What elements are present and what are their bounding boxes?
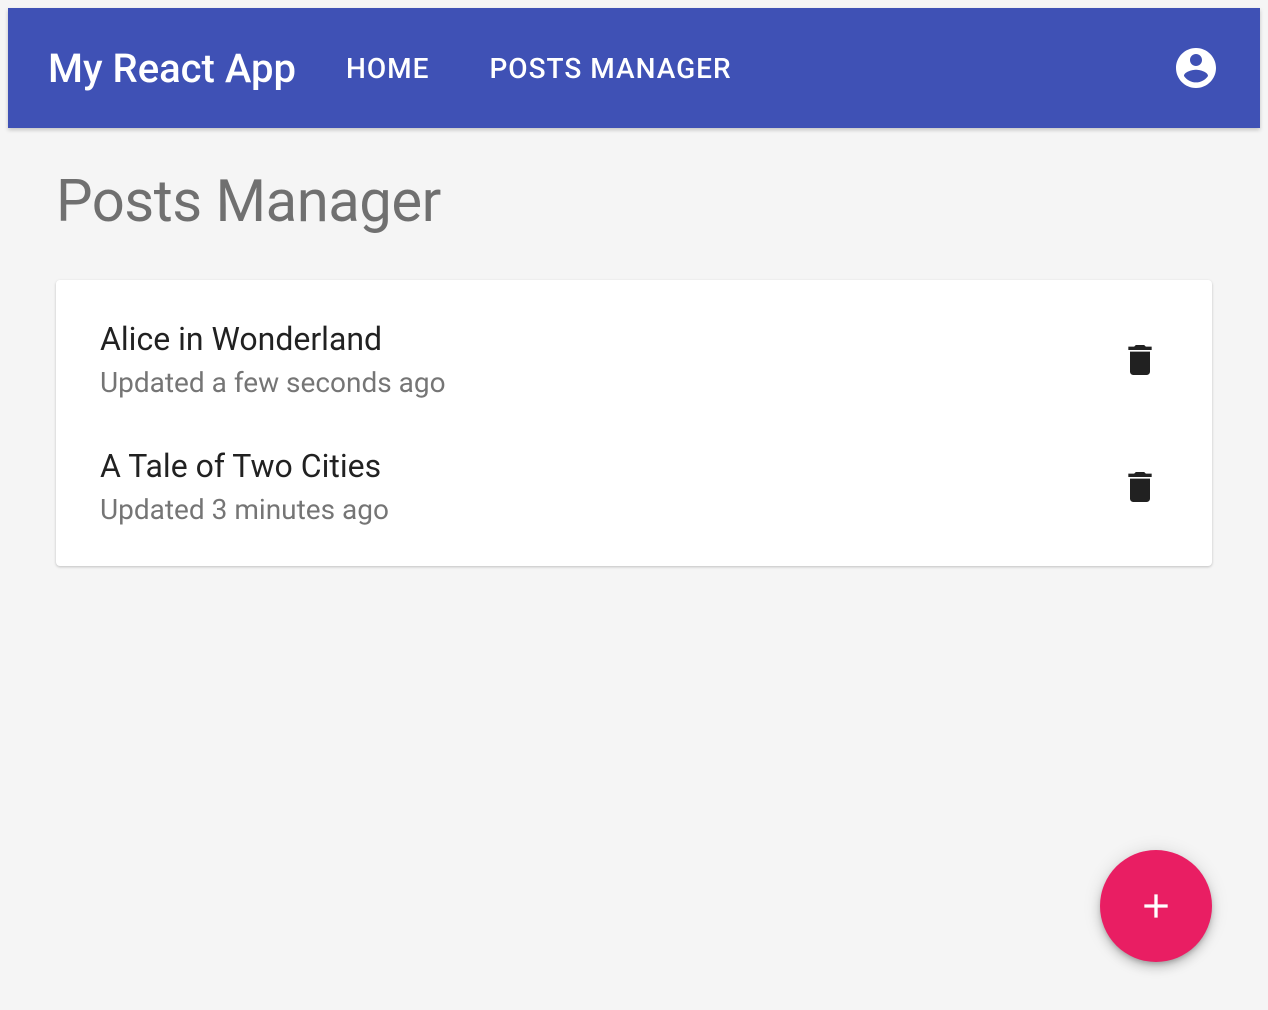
delete-icon xyxy=(1120,340,1160,380)
list-item[interactable]: A Tale of Two Cities Updated 3 minutes a… xyxy=(56,423,1212,550)
list-item-text: A Tale of Two Cities Updated 3 minutes a… xyxy=(100,447,1112,526)
nav-posts-manager[interactable]: POSTS MANAGER xyxy=(489,52,731,85)
account-button[interactable] xyxy=(1172,44,1220,92)
post-updated: Updated 3 minutes ago xyxy=(100,493,1112,526)
main-content: Posts Manager Alice in Wonderland Update… xyxy=(8,128,1260,606)
list-item-text: Alice in Wonderland Updated a few second… xyxy=(100,320,1112,399)
post-title: A Tale of Two Cities xyxy=(100,447,1112,485)
delete-button[interactable] xyxy=(1112,332,1168,388)
delete-icon xyxy=(1120,467,1160,507)
add-post-button[interactable] xyxy=(1100,850,1212,962)
page-title: Posts Manager xyxy=(56,168,1212,236)
plus-icon xyxy=(1136,886,1176,926)
nav-home[interactable]: HOME xyxy=(346,52,429,85)
account-circle-icon xyxy=(1172,44,1220,92)
post-updated: Updated a few seconds ago xyxy=(100,366,1112,399)
app-title: My React App xyxy=(48,45,296,92)
delete-button[interactable] xyxy=(1112,459,1168,515)
post-title: Alice in Wonderland xyxy=(100,320,1112,358)
posts-card: Alice in Wonderland Updated a few second… xyxy=(56,280,1212,566)
list-item[interactable]: Alice in Wonderland Updated a few second… xyxy=(56,296,1212,423)
app-bar: My React App HOME POSTS MANAGER xyxy=(8,8,1260,128)
